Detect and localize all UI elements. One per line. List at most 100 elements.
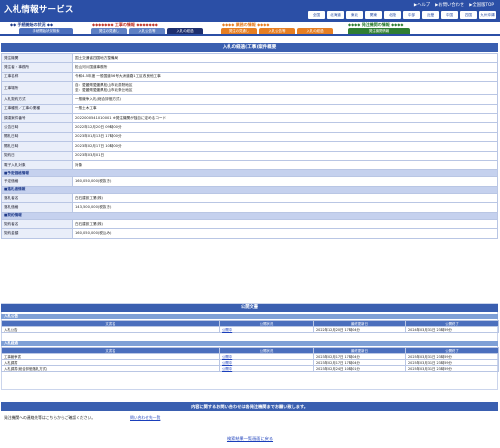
site-logo[interactable]: 入札情報サービス: [4, 3, 74, 15]
region-button[interactable]: 全国: [308, 11, 325, 19]
row-value: 160,050,000(税込み): [72, 228, 498, 239]
region-button[interactable]: 北海道: [327, 11, 344, 19]
region-button[interactable]: 北陸: [384, 11, 401, 19]
row-label: 工事名称: [1, 71, 73, 83]
table-row: 契約金額 160,050,000(税込み): [1, 228, 498, 239]
contact-list-link[interactable]: 問い合わせ先一覧: [130, 415, 160, 421]
doc-status-link[interactable]: 公開中: [222, 355, 232, 359]
region-nav: 全国 北海道 東北 関東 北陸 中部 近畿 中国 四国 九州沖縄: [308, 11, 496, 19]
row-value: 国土交通省四国地方整備局: [72, 52, 498, 64]
doc-name: 入札公告: [1, 326, 220, 333]
doc-name: 入札調書(総合評価落札方式): [1, 365, 220, 372]
row-value: 2022000541010001 ※発注機関が独自に定めるコード: [72, 112, 498, 124]
region-button[interactable]: 九州沖縄: [479, 11, 496, 19]
table-row: 落札価格 143,500,000(税抜き): [1, 202, 498, 213]
top-links: ▶ヘルプ ▶お問い合わせ ▶全国版TOP: [414, 2, 494, 8]
doc-status-link[interactable]: 公開中: [222, 361, 232, 365]
section-title: ■予定価格情報: [1, 169, 498, 178]
row-value: 160,050,000(税抜き): [72, 176, 498, 187]
table-row: 入札公告 公開中 2022年12月20日 17時04分 2024年03月31日 …: [1, 326, 499, 333]
row-label: 調達案件番号: [1, 112, 73, 124]
row-label: 落札価格: [1, 202, 73, 213]
doc-status-cell: 公開中: [219, 365, 314, 372]
case-summary-table: 発注機関 国土交通省四国地方整備局 発注者・事務所 松山河川国道事務所 工事名称 令和…: [1, 52, 498, 239]
doc-status-cell: 公開中: [219, 326, 314, 333]
koukoku-doc-table: 文書名 公開状況 最終更新日 公開終了 入札公告 公開中 2022年12月20日…: [1, 320, 499, 333]
row-label: 落札者名: [1, 193, 73, 204]
keika-section-header: 入札経過: [1, 341, 498, 346]
table-row: 工事種別／工事の業種 一般土木工事: [1, 103, 498, 114]
row-value: 令和4-5年度 一般国道56号大洲道路1工区改良他工事: [72, 71, 498, 83]
region-button[interactable]: 四国: [460, 11, 477, 19]
doc-updated: 2023年02月24日 10時01分: [313, 365, 406, 372]
row-label: 契約金額: [1, 228, 73, 239]
inquiry-notice: 内容に関するお問い合わせは各発注機関までお願い致します。: [1, 402, 498, 411]
row-value: 松山河川国道事務所: [72, 62, 498, 73]
table-row: 契約者名 白石建設工業(株): [1, 219, 498, 230]
table-row: 開札日時 2023年01月13日 17時00分: [1, 131, 498, 143]
table-row: 工事場所 自：愛媛県愛媛県松山市北斎院地区 至：愛媛県愛媛県松山市北条辻地区: [1, 81, 498, 96]
koukoku-section-header: 入札公告: [1, 314, 498, 319]
row-label: 開札日時: [1, 141, 73, 152]
section-header-estimate: ■予定価格情報: [1, 169, 498, 178]
row-value: 2022年12月20日 09時00分: [72, 122, 498, 133]
table-row: 落札者名 白石建設工業(株): [1, 193, 498, 204]
doc-status-link[interactable]: 公開中: [222, 367, 232, 371]
row-label: 電子入札対象: [1, 159, 73, 171]
doc-status-link[interactable]: 公開中: [222, 328, 232, 332]
section-title: ■落札者情報: [1, 185, 498, 195]
table-row: 発注機関 国土交通省四国地方整備局: [1, 52, 498, 64]
doc-end: 2024年03月31日 23時59分: [405, 326, 499, 333]
row-label: 工事種別／工事の業種: [1, 103, 73, 114]
back-to-results-link[interactable]: 検索結果一覧画面に戻る: [0, 436, 500, 442]
region-button[interactable]: 中部: [403, 11, 420, 19]
row-value: 2023年03月01日: [72, 150, 498, 161]
table-row: 入札契約方式 一般競争入札(総合評価方式): [1, 94, 498, 105]
contact-text: 発注機関への連絡先等はこちらからご確認ください。: [4, 415, 96, 420]
region-button[interactable]: 近畿: [422, 11, 439, 19]
region-button[interactable]: 東北: [346, 11, 363, 19]
section-header-contract: ■契約情報: [1, 211, 498, 221]
national-top-link[interactable]: ▶全国版TOP: [469, 2, 494, 8]
doc-end: 2025年03月31日 23時59分: [405, 365, 499, 372]
row-label: 入札契約方式: [1, 94, 73, 105]
header-bar: 入札情報サービス ▶ヘルプ ▶お問い合わせ ▶全国版TOP 全国 北海道 東北 …: [0, 0, 500, 22]
row-label: 予定価格: [1, 176, 73, 187]
table-row: 発注者・事務所 松山河川国道事務所: [1, 62, 498, 73]
doc-updated: 2022年12月20日 17時04分: [313, 326, 406, 333]
region-button[interactable]: 中国: [441, 11, 458, 19]
table-row: 入札調書(総合評価落札方式) 公開中 2023年02月24日 10時01分 20…: [1, 365, 499, 372]
row-label: 発注機関: [1, 52, 73, 64]
row-value: 2023年02月17日 10時00分: [72, 141, 498, 152]
row-value: 対象: [72, 159, 498, 171]
table-row: 予定価格 160,050,000(税抜き): [1, 176, 498, 187]
row-value: 白石建設工業(株): [72, 219, 498, 230]
section-header-winner: ■落札者情報: [1, 185, 498, 195]
page-title: 入札の経過(工事)案件概要: [1, 43, 498, 52]
help-link[interactable]: ▶ヘルプ: [414, 2, 430, 8]
table-row: 工事名称 令和4-5年度 一般国道56号大洲道路1工区改良他工事: [1, 71, 498, 83]
keika-doc-table: 文書名 公開状況 最終更新日 公開終了 工事競争書 公開中 2023年02月17…: [1, 347, 499, 372]
nav-underline: [0, 34, 500, 36]
row-label: 契約者名: [1, 219, 73, 230]
row-label: 開札日時: [1, 131, 73, 143]
table-row: 開札日時 2023年02月17日 10時00分: [1, 141, 498, 152]
contact-link[interactable]: ▶お問い合わせ: [435, 2, 464, 8]
row-value: 143,500,000(税抜き): [72, 202, 498, 213]
table-row: 電子入札対象 対象: [1, 159, 498, 171]
section-title: ■契約情報: [1, 211, 498, 221]
row-value: 白石建設工業(株): [72, 193, 498, 204]
table-row: 契約日 2023年03月01日: [1, 150, 498, 161]
row-value: 一般競争入札(総合評価方式): [72, 94, 498, 105]
row-label: 公告日時: [1, 122, 73, 133]
row-label: 契約日: [1, 150, 73, 161]
table-row: 公告日時 2022年12月20日 09時00分: [1, 122, 498, 133]
public-docs-title: 公開文書: [1, 304, 498, 312]
row-value: 一般土木工事: [72, 103, 498, 114]
row-label: 発注者・事務所: [1, 62, 73, 73]
table-row: 調達案件番号 2022000541010001 ※発注機関が独自に定めるコード: [1, 112, 498, 124]
row-value: 自：愛媛県愛媛県松山市北斎院地区 至：愛媛県愛媛県松山市北条辻地区: [72, 81, 498, 96]
region-button[interactable]: 関東: [365, 11, 382, 19]
row-label: 工事場所: [1, 81, 73, 96]
row-value: 2023年01月13日 17時00分: [72, 131, 498, 143]
